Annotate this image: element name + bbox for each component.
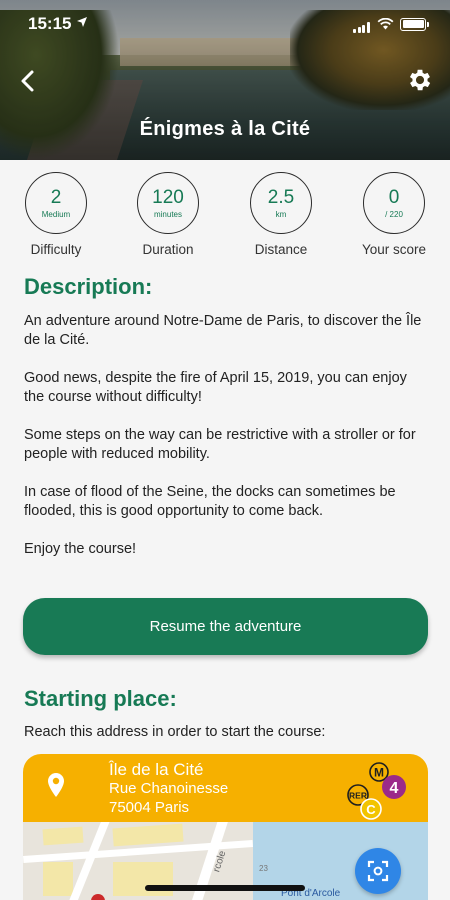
stat-score: 0 / 220 Your score [344,168,444,257]
hospital-marker-icon [91,894,105,900]
stat-circle: 0 / 220 [363,172,425,234]
starting-place-instruction: Reach this address in order to start the… [24,724,326,740]
description-text: An adventure around Notre-Dame de Paris,… [24,312,426,578]
address-place: Île de la Cité [109,760,204,779]
back-arrow-icon[interactable] [14,66,44,96]
stat-distance: 2.5 km Distance [231,168,331,257]
battery-icon [400,17,429,31]
stat-difficulty: 2 Medium Difficulty [6,168,106,257]
metro-line-number: 4 [390,780,399,797]
rer-label: RER [349,791,367,801]
signal-icon [353,15,371,33]
transit-lines-icon: M 4 RER C [347,762,406,820]
map-pin-icon [48,773,64,797]
stat-value: 2.5 [267,186,295,208]
stat-caption: Distance [254,242,308,257]
stat-value: 2 [50,186,62,208]
stat-value: 0 [388,186,400,208]
stat-unit: / 220 [385,209,403,219]
scan-button[interactable] [355,848,401,894]
map-block [112,823,184,847]
home-indicator[interactable] [145,885,305,891]
metro-letter: M [374,766,384,780]
resume-adventure-button[interactable]: Resume the adventure [23,598,428,655]
status-time: 15:15 [28,14,72,33]
scan-frame-icon [367,860,389,882]
stat-unit: Medium [41,209,71,219]
stat-unit: minutes [153,209,182,219]
map-building-number: 23 [259,864,268,873]
stat-circle: 120 minutes [137,172,199,234]
stat-caption: Difficulty [30,242,82,257]
description-heading: Description: [24,274,153,299]
course-stats: 2 Medium Difficulty 120 minutes Duration… [0,168,450,257]
status-indicators [353,15,429,33]
stat-circle: 2.5 km [250,172,312,234]
location-arrow-icon [77,17,87,27]
starting-place-card[interactable]: Île de la Cité Rue Chanoinesse 75004 Par… [23,754,428,900]
stat-duration: 120 minutes Duration [118,168,218,257]
rer-line-letter: C [366,802,376,817]
stat-caption: Duration [142,242,194,257]
description-paragraph: Enjoy the course! [24,541,137,557]
map-block [43,862,73,896]
status-bar: 15:15 [0,0,450,44]
description-paragraph: In case of flood of the Seine, the docks… [24,484,396,519]
stat-value: 120 [152,186,184,208]
map-block [42,826,84,846]
address-lines: Île de la Cité Rue Chanoinesse 75004 Par… [109,760,228,817]
address-street: Rue Chanoinesse [109,780,229,797]
stat-circle: 2 Medium [25,172,87,234]
page-title: Énigmes à la Cité [139,118,311,140]
wifi-icon [377,18,394,30]
address-city: 75004 Paris [109,799,190,816]
stat-unit: km [275,209,287,219]
description-paragraph: Good news, despite the fire of April 15,… [24,370,407,405]
gear-icon[interactable] [406,66,434,94]
description-paragraph: Some steps on the way can be restrictive… [24,427,416,462]
description-paragraph: An adventure around Notre-Dame de Paris,… [24,313,422,348]
address-header: Île de la Cité Rue Chanoinesse 75004 Par… [23,754,428,822]
starting-place-heading: Starting place: [24,686,177,711]
stat-caption: Your score [361,242,427,257]
